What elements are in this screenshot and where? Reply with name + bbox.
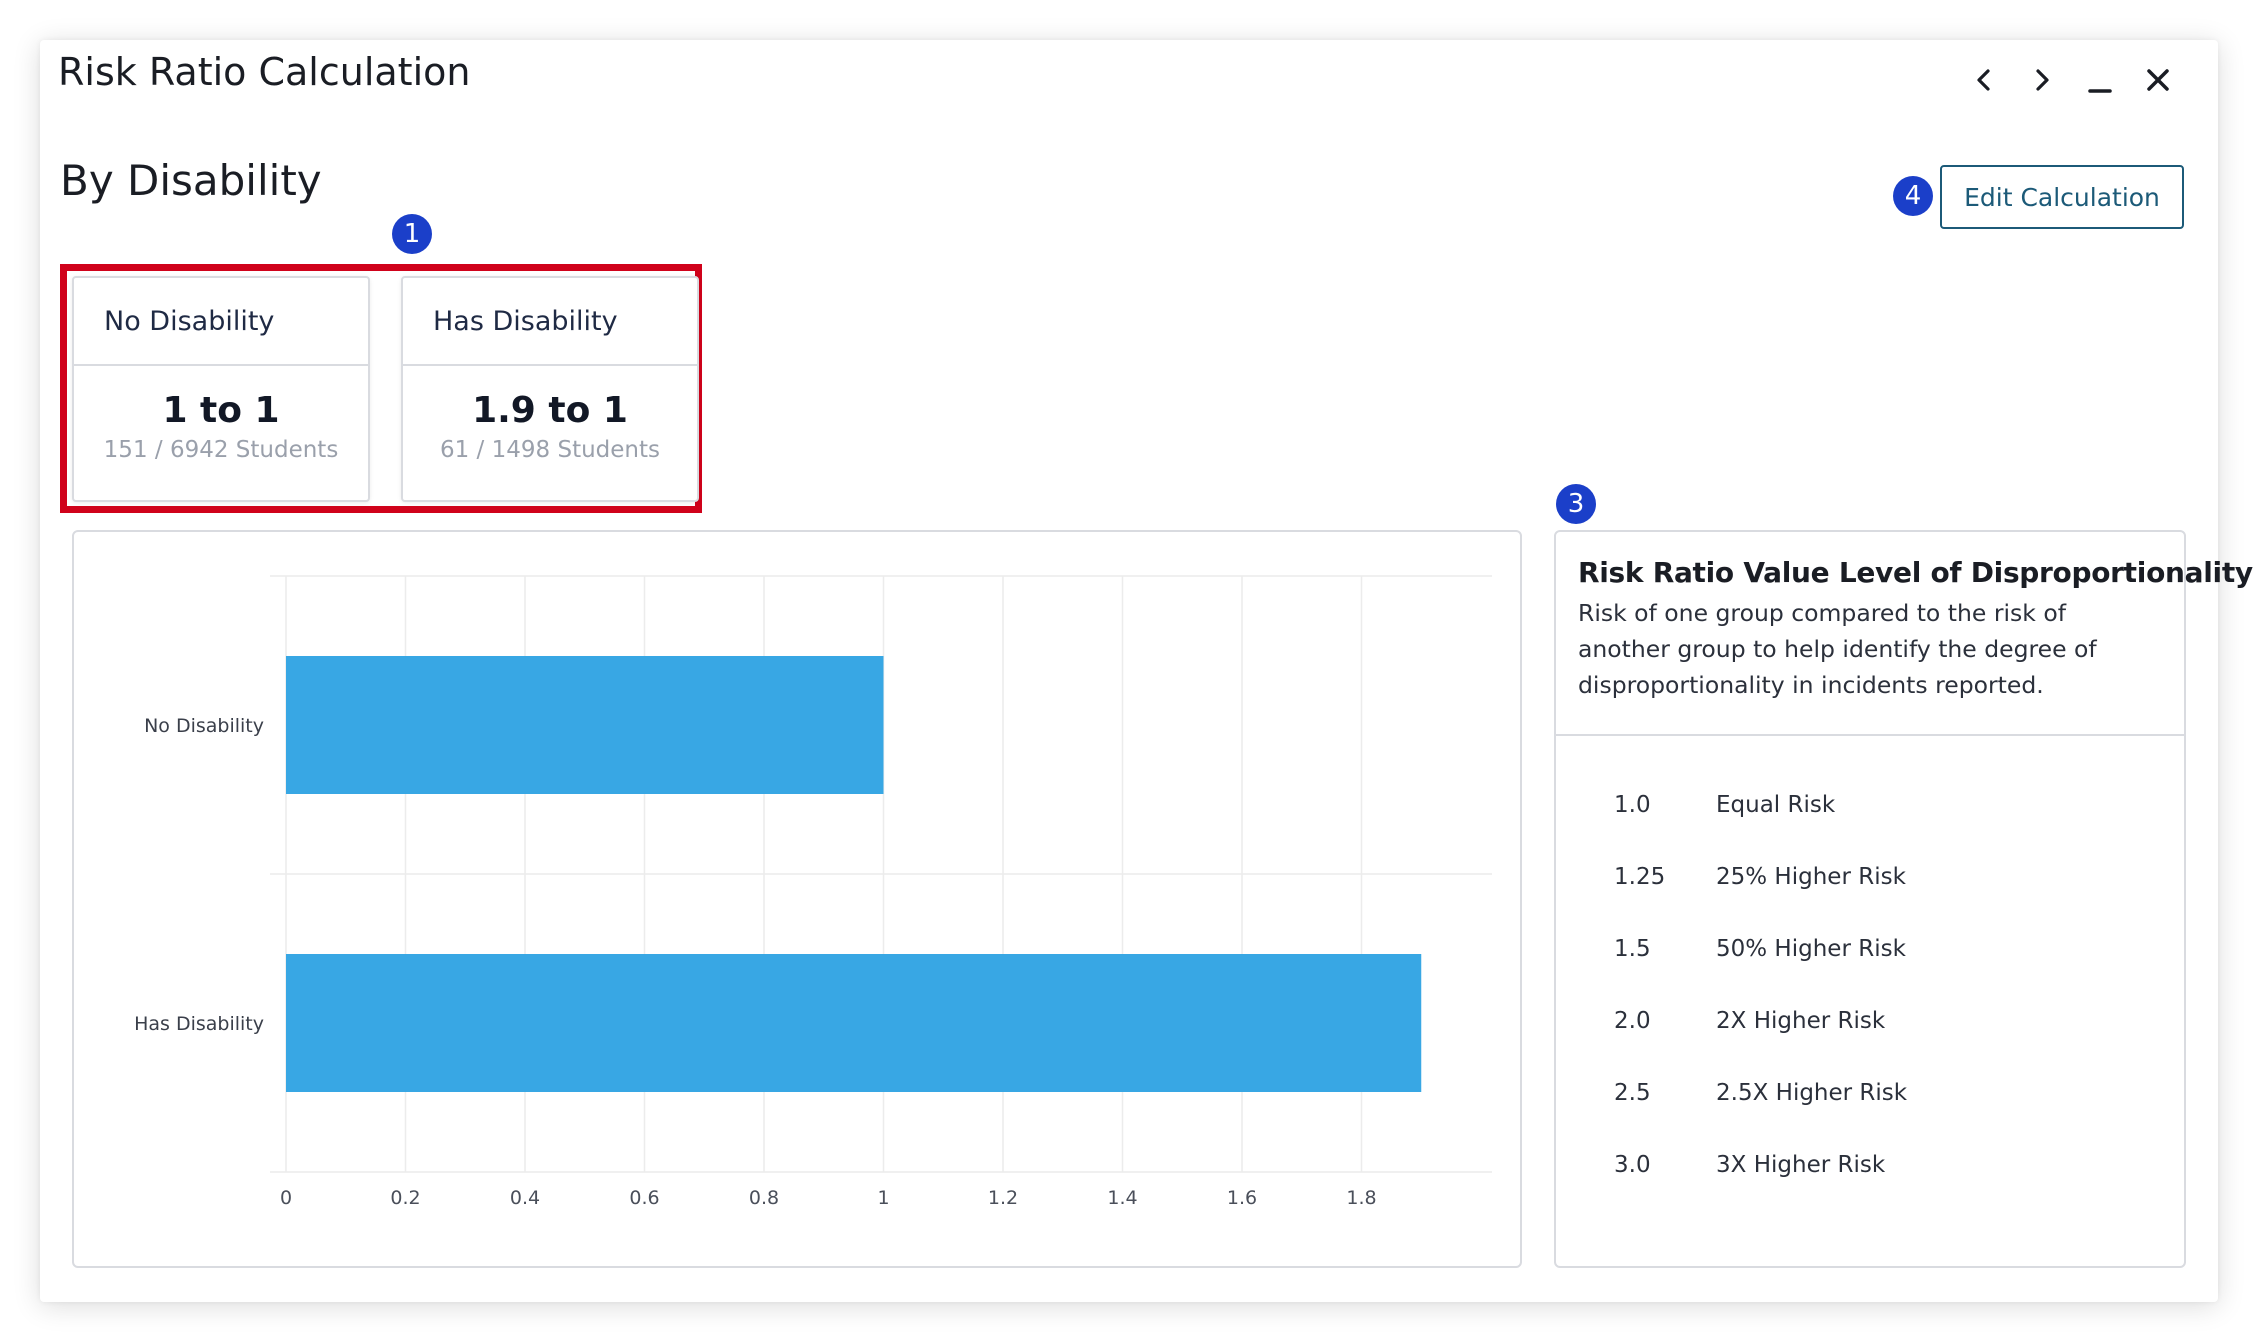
legend-label: 2.5X Higher Risk: [1716, 1080, 1908, 1106]
ratio-card-no-disability: No Disability 1 to 1 151 / 6942 Students: [72, 276, 370, 502]
x-tick-label: 0.8: [749, 1187, 779, 1209]
card-ratio: 1.9 to 1: [472, 390, 628, 431]
callout-badge-4: 4: [1893, 176, 1933, 216]
callout-badge-1: 1: [392, 214, 432, 254]
legend-label: 3X Higher Risk: [1716, 1152, 1886, 1178]
bar: [286, 656, 884, 794]
card-students: 61 / 1498 Students: [439, 437, 660, 463]
chart-panel: 0 0.2 0.4 0.6 0.8 1 1.2 1.4 1.6 1.8 No Disability H…: [72, 530, 1522, 1268]
legend-header: Risk Ratio Value Level of Disproportiona…: [1556, 532, 2253, 736]
x-tick-label: 0.2: [390, 1187, 420, 1209]
window-controls: [1964, 60, 2178, 100]
chevron-right-icon: [2036, 69, 2049, 91]
y-category-label: Has Disability: [134, 1013, 264, 1035]
x-tick-label: 1.6: [1227, 1187, 1257, 1209]
previous-button[interactable]: [1964, 60, 2004, 100]
risk-ratio-window: Risk Ratio Calculation By Disability 1 2…: [40, 40, 2253, 1302]
legend-label: Equal Risk: [1716, 792, 1836, 818]
edit-calculation-button[interactable]: Edit Calculation: [1940, 165, 2184, 229]
legend-value: 1.25: [1614, 864, 1666, 890]
legend-panel: Risk Ratio Value Level of Disproportiona…: [1554, 530, 2253, 1268]
legend-title: Risk Ratio Value Level of Disproportiona…: [1578, 556, 2253, 589]
x-tick-label: 0.6: [629, 1187, 659, 1209]
x-tick-label: 1.2: [988, 1187, 1018, 1209]
bar-chart: 0 0.2 0.4 0.6 0.8 1 1.2 1.4 1.6 1.8 No Disability H…: [134, 575, 1492, 1209]
x-tick-label: 0: [280, 1187, 292, 1209]
legend-value: 2.5: [1614, 1080, 1651, 1106]
card-ratio: 1 to 1: [162, 390, 280, 431]
legend-row: 2.5 2.5X Higher Risk: [1556, 1080, 2184, 1152]
x-tick-label: 1.4: [1107, 1187, 1137, 1209]
close-button[interactable]: [2138, 60, 2178, 100]
legend-label: 25% Higher Risk: [1716, 864, 1906, 890]
bar: [286, 954, 1422, 1092]
x-tick-label: 0.4: [510, 1187, 540, 1209]
ratio-card-has-disability: Has Disability 1.9 to 1 61 / 1498 Studen…: [401, 276, 699, 502]
legend-label: 50% Higher Risk: [1716, 936, 1906, 962]
legend-description: Risk of one group compared to the risk o…: [1578, 599, 2097, 699]
card-label: No Disability: [74, 278, 368, 366]
minimize-button[interactable]: [2080, 60, 2120, 100]
legend-value: 2.0: [1614, 1008, 1651, 1034]
legend-value: 1.0: [1614, 792, 1651, 818]
section-title: By Disability: [60, 156, 322, 205]
minimize-icon: [2088, 89, 2112, 93]
next-button[interactable]: [2022, 60, 2062, 100]
callout-badge-3: 3: [1556, 484, 1596, 524]
card-students: 151 / 6942 Students: [103, 437, 339, 463]
y-category-label: No Disability: [144, 715, 264, 737]
window-title: Risk Ratio Calculation: [58, 50, 471, 94]
legend-value: 1.5: [1614, 936, 1651, 962]
legend-row: 1.0 Equal Risk: [1556, 792, 2184, 864]
legend-row: 1.25 25% Higher Risk: [1556, 864, 2184, 936]
close-icon: [2147, 69, 2169, 91]
legend-row: 3.0 3X Higher Risk: [1556, 1152, 2184, 1224]
legend-row: 1.5 50% Higher Risk: [1556, 936, 2184, 1008]
x-tick-label: 1: [877, 1187, 889, 1209]
legend-row: 2.0 2X Higher Risk: [1556, 1008, 2184, 1080]
legend-label: 2X Higher Risk: [1716, 1008, 1886, 1034]
x-tick-label: 1.8: [1346, 1187, 1376, 1209]
legend-list: 1.0 Equal Risk 1.25 25% Higher Risk 1.5 …: [1556, 736, 2184, 1224]
card-label: Has Disability: [403, 278, 697, 366]
legend-value: 3.0: [1614, 1152, 1651, 1178]
chevron-left-icon: [1977, 69, 1990, 91]
